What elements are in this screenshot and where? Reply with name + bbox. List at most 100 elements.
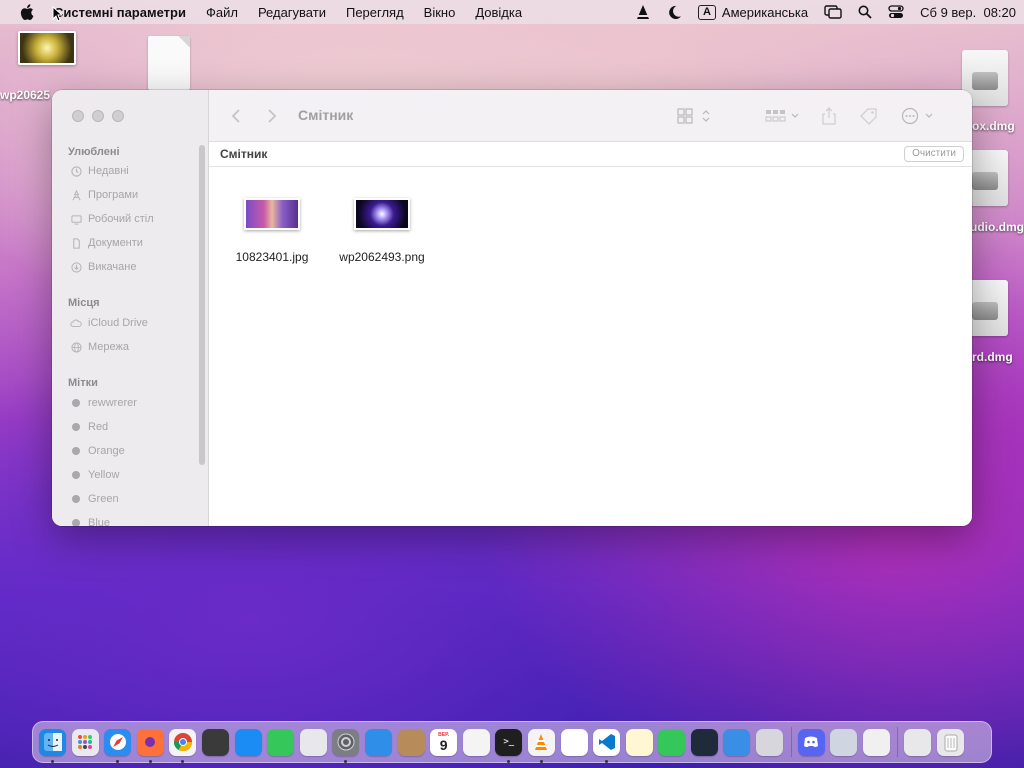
desktop-document-icon[interactable]	[148, 36, 190, 90]
dock-app-printer-icon[interactable]	[862, 728, 890, 756]
sidebar-item-applications[interactable]: Програми	[70, 189, 138, 201]
mouse-cursor-icon	[52, 6, 62, 22]
sidebar-tag-item[interactable]: Red	[70, 421, 108, 433]
vlc-menu-icon[interactable]	[635, 4, 651, 20]
running-indicator	[507, 759, 511, 763]
dock-app-facetime-icon[interactable]	[658, 728, 686, 756]
minimize-button[interactable]	[92, 110, 104, 122]
dock-app-vlc-icon[interactable]	[527, 728, 555, 763]
sidebar-item-label: rewwrerer	[88, 397, 137, 409]
chevron-left-icon	[231, 109, 240, 123]
sidebar-scrollbar[interactable]	[199, 145, 205, 465]
sidebar-item-recents[interactable]: Недавні	[70, 165, 129, 177]
menubar-clock[interactable]: Сб 9 вер. 08:20	[920, 5, 1016, 20]
dock-app-messages-icon[interactable]	[267, 728, 295, 756]
zoom-button[interactable]	[112, 110, 124, 122]
apple-menu[interactable]	[0, 4, 54, 20]
sidebar-tag-item[interactable]: Green	[70, 493, 119, 505]
discord-glyph-icon	[804, 736, 819, 747]
dock: ВЕР. 9 >_	[32, 721, 992, 763]
input-source-menu[interactable]: A Американська	[697, 4, 808, 20]
dock-app-system-settings-icon[interactable]	[332, 728, 360, 763]
dock-app-preview-icon[interactable]	[756, 728, 784, 756]
sidebar-item-network[interactable]: Мережа	[70, 341, 129, 353]
file-item[interactable]: 10823401.jpg	[217, 192, 327, 264]
sidebar-item-label: Yellow	[88, 469, 120, 481]
dock-app-contacts-icon[interactable]	[397, 728, 425, 756]
sidebar-item-icloud[interactable]: iCloud Drive	[70, 317, 148, 329]
vlc-cone-icon	[535, 734, 548, 750]
menu-help[interactable]: Довідка	[465, 5, 532, 20]
forward-button[interactable]	[267, 106, 277, 126]
terminal-prompt-glyph: >_	[503, 737, 515, 747]
dock-app-terminal-icon[interactable]: >_	[495, 728, 523, 763]
dock-app-screen-sharing-icon[interactable]	[830, 728, 858, 756]
vscode-logo-icon	[598, 734, 615, 750]
desktop-icon	[70, 213, 82, 225]
dock-app-reminders-icon[interactable]	[560, 728, 588, 756]
running-indicator	[116, 759, 120, 763]
tags-button[interactable]	[859, 106, 879, 126]
sidebar-item-label: Програми	[88, 189, 139, 201]
menu-view[interactable]: Перегляд	[336, 5, 414, 20]
dock-app-launchpad-icon[interactable]	[71, 728, 99, 756]
more-actions-button[interactable]	[901, 106, 937, 126]
dock-app-discord-icon[interactable]	[797, 728, 825, 756]
dock-app-vs-code-icon[interactable]	[593, 728, 621, 763]
desktop-item-label[interactable]: ox.dmg	[972, 119, 1015, 133]
close-button[interactable]	[72, 110, 84, 122]
desktop-item-label[interactable]: udio.dmg	[970, 220, 1024, 234]
trash-location-bar: Смітник Очистити	[209, 142, 972, 167]
screen-mirroring-icon[interactable]	[824, 5, 842, 19]
dock-app-maps-icon[interactable]	[299, 728, 327, 756]
apple-logo-icon	[20, 4, 34, 20]
desktop-item-label[interactable]: rd.dmg	[972, 350, 1013, 364]
dock-app-finder-icon[interactable]	[39, 728, 66, 763]
sidebar-tag-item[interactable]: Yellow	[70, 469, 119, 481]
tag-dot-icon	[72, 471, 80, 479]
desktop-image-thumbnail[interactable]	[18, 31, 76, 65]
image-thumbnail	[244, 198, 300, 230]
sidebar-item-documents[interactable]: Документи	[70, 237, 143, 249]
group-by-button[interactable]	[765, 106, 801, 126]
dock-app-xcode-icon[interactable]	[723, 728, 751, 756]
sidebar-item-label: Green	[88, 493, 119, 505]
spotlight-search-icon[interactable]	[858, 5, 872, 19]
focus-moon-icon[interactable]	[667, 5, 682, 20]
running-indicator	[181, 759, 185, 763]
menu-edit[interactable]: Редагувати	[248, 5, 336, 20]
location-title: Смітник	[220, 147, 268, 161]
menu-file[interactable]: Файл	[196, 5, 248, 20]
dock-app-calendar-icon[interactable]: ВЕР. 9	[430, 728, 458, 756]
sidebar-tag-item[interactable]: Blue	[70, 517, 110, 526]
back-button[interactable]	[231, 106, 241, 126]
dock-app-chrome-icon[interactable]	[169, 728, 197, 763]
tag-dot-icon	[72, 495, 80, 503]
app-menu[interactable]: Системні параметри	[54, 5, 196, 20]
tag-dot-icon	[72, 447, 80, 455]
file-item[interactable]: wp2062493.png	[327, 192, 437, 264]
control-center-icon[interactable]	[888, 5, 904, 19]
sidebar-item-downloads[interactable]: Викачане	[70, 261, 136, 273]
sidebar-tag-item[interactable]: rewwrerer	[70, 397, 137, 409]
sidebar-header-favorites: Улюблені	[68, 146, 120, 158]
desktop-item-label[interactable]: wp20625	[0, 88, 50, 102]
file-area[interactable]: 10823401.jpg wp2062493.png	[209, 167, 972, 526]
sidebar-item-desktop[interactable]: Робочий стіл	[70, 213, 154, 225]
dock-app-textedit-icon[interactable]	[462, 728, 490, 756]
dock-app-folder-icon[interactable]	[904, 728, 932, 756]
share-button[interactable]	[821, 106, 837, 126]
dock-app-quicktime-icon[interactable]	[690, 728, 718, 756]
dock-app-instruments-icon[interactable]	[201, 728, 229, 756]
dock-app-firefox-icon[interactable]	[136, 728, 164, 763]
ellipsis-circle-icon	[901, 107, 933, 125]
dock-app-notes-icon[interactable]	[625, 728, 653, 756]
dock-app-app-store-icon[interactable]	[234, 728, 262, 756]
sidebar-tag-item[interactable]: Orange	[70, 445, 125, 457]
dock-app-mail-icon[interactable]	[364, 728, 392, 756]
menu-window[interactable]: Вікно	[414, 5, 466, 20]
dock-app-safari-icon[interactable]	[104, 728, 132, 763]
empty-trash-button[interactable]: Очистити	[904, 146, 964, 162]
dock-app-trash-icon[interactable]	[937, 728, 965, 756]
view-mode-button[interactable]	[677, 106, 713, 126]
